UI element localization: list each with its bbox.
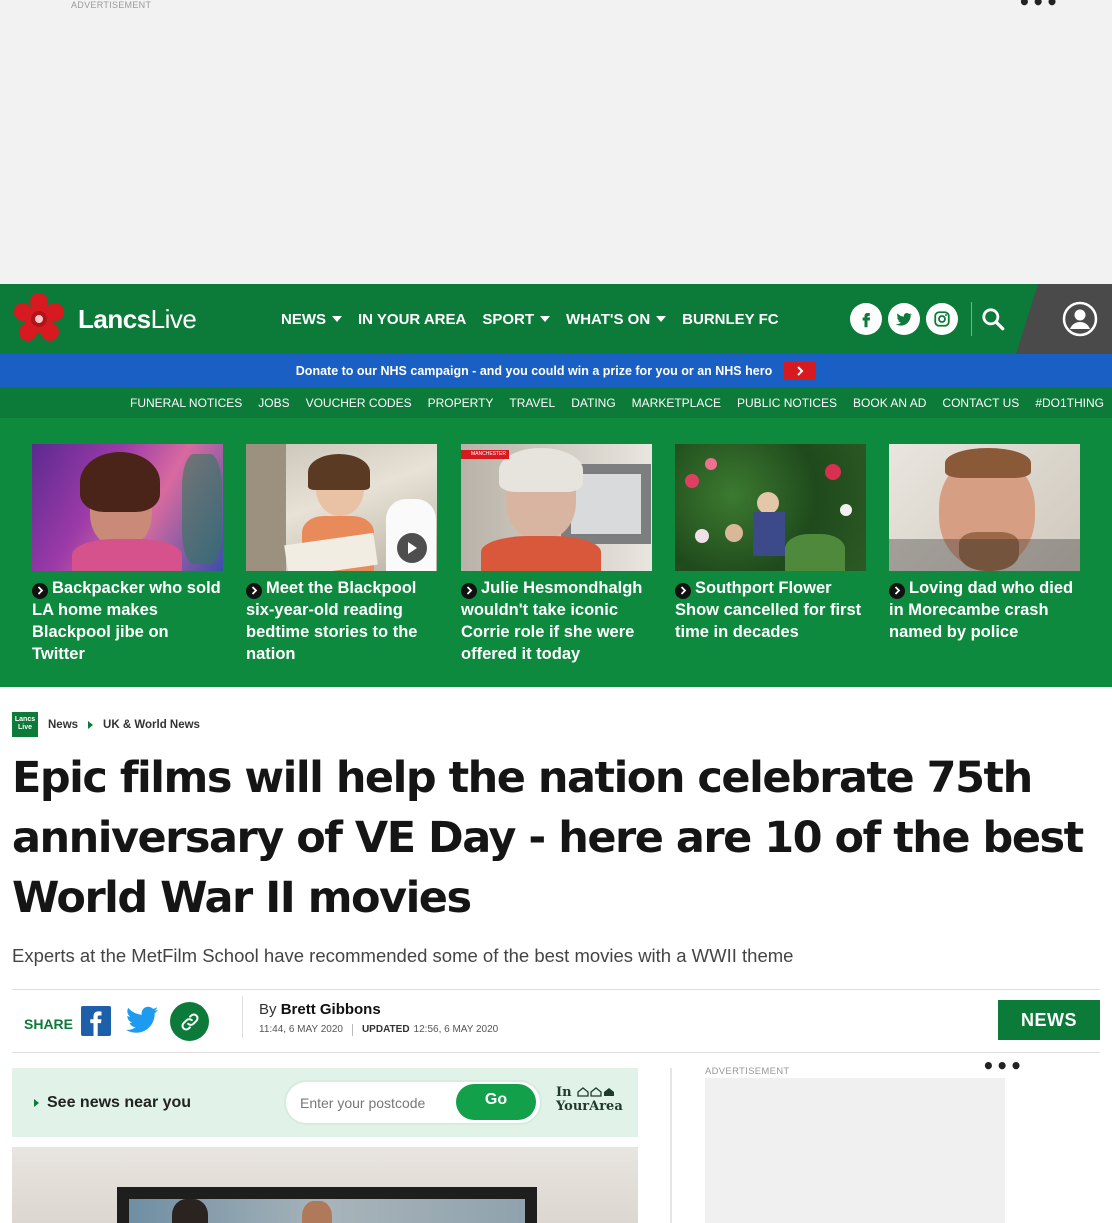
ad-label: ADVERTISEMENT [71, 0, 152, 10]
caret-down-icon [332, 316, 342, 322]
nav-divider [971, 302, 972, 336]
instagram-link[interactable] [926, 303, 958, 335]
updated-time: 12:56, 6 MAY 2020 [413, 1024, 499, 1035]
byline: By Brett Gibbons [259, 1001, 381, 1018]
story-thumbnail[interactable] [246, 444, 437, 571]
subnav-travel[interactable]: TRAVEL [509, 396, 555, 410]
subnav-marketplace[interactable]: MARKETPLACE [632, 396, 721, 410]
play-icon [408, 542, 417, 554]
nav-item-sport[interactable]: SPORT [482, 311, 551, 328]
story-title[interactable]: Southport Flower Show cancelled for firs… [675, 577, 866, 643]
news-near-you-widget: See news near you Go In YourArea [12, 1068, 638, 1137]
updated-label: UPDATED [361, 1024, 410, 1035]
twitter-link[interactable] [888, 303, 920, 335]
breadcrumb-news[interactable]: News [48, 719, 78, 731]
user-account-icon[interactable] [1062, 301, 1098, 337]
article-hero-image [12, 1147, 638, 1223]
subnav-property[interactable]: PROPERTY [428, 396, 494, 410]
article-dates: 11:44, 6 MAY 2020 UPDATED 12:56, 6 MAY 2… [259, 1024, 498, 1036]
share-label: SHARE [24, 1016, 74, 1032]
trending-stories: Backpacker who sold LA home makes Blackp… [0, 418, 1112, 687]
main-nav: LancsLive NEWS IN YOUR AREA SPORT WHAT'S… [0, 284, 1112, 354]
article-headline: Epic films will help the nation celebrat… [12, 753, 1084, 923]
share-twitter-icon[interactable] [126, 1006, 158, 1036]
story-title[interactable]: Loving dad who died in Morecambe crash n… [889, 577, 1080, 643]
divider [12, 989, 1100, 990]
link-icon [181, 1013, 198, 1030]
subnav-do1thing[interactable]: #DO1THING [1035, 396, 1104, 410]
chevron-right-icon [32, 582, 48, 599]
copy-link-button[interactable] [170, 1002, 209, 1041]
nav-item-whats-on[interactable]: WHAT'S ON [566, 311, 667, 328]
column-divider [670, 1068, 672, 1223]
published-time: 11:44, 6 MAY 2020 [259, 1024, 343, 1035]
author-link[interactable]: Brett Gibbons [281, 1001, 381, 1018]
near-you-label: See news near you [34, 1094, 191, 1112]
nhs-campaign-text[interactable]: Donate to our NHS campaign - and you cou… [296, 364, 772, 378]
nav-item-in-your-area[interactable]: IN YOUR AREA [358, 311, 466, 328]
site-logo[interactable]: LancsLive [12, 293, 197, 344]
instagram-icon [934, 311, 950, 327]
trending-card[interactable]: Loving dad who died in Morecambe crash n… [889, 444, 1080, 643]
story-thumbnail[interactable] [675, 444, 866, 571]
trending-card[interactable]: Backpacker who sold LA home makes Blackp… [32, 444, 223, 665]
breadcrumb: Lancs Live News UK & World News [12, 712, 200, 737]
subnav-book-an-ad[interactable]: BOOK AN AD [853, 396, 926, 410]
facebook-link[interactable] [850, 303, 882, 335]
trending-card[interactable]: MANCHESTER Julie Hesmondhalgh wouldn't t… [461, 444, 652, 665]
story-title[interactable]: Backpacker who sold LA home makes Blackp… [32, 577, 223, 665]
story-thumbnail[interactable] [32, 444, 223, 571]
share-facebook-icon[interactable] [80, 1005, 112, 1037]
subnav-funeral-notices[interactable]: FUNERAL NOTICES [130, 396, 242, 410]
secondary-nav: FUNERAL NOTICES JOBS VOUCHER CODES PROPE… [0, 387, 1112, 418]
site-name: LancsLive [78, 303, 197, 334]
divider [12, 1052, 1100, 1053]
sidebar-advertisement[interactable] [705, 1078, 1005, 1223]
lancashire-rose-icon [14, 293, 64, 341]
breadcrumb-arrow-icon [88, 720, 94, 729]
story-title[interactable]: Julie Hesmondhalgh wouldn't take iconic … [461, 577, 652, 665]
ad-menu-icon[interactable]: ••• [1018, 0, 1059, 12]
triangle-right-icon [34, 1099, 39, 1107]
nav-links: NEWS IN YOUR AREA SPORT WHAT'S ON BURNLE… [281, 284, 779, 354]
chevron-right-icon [797, 365, 804, 376]
nav-item-burnley-fc[interactable]: BURNLEY FC [682, 311, 778, 328]
section-tag[interactable]: NEWS [998, 1000, 1100, 1040]
postcode-input[interactable] [300, 1092, 450, 1114]
divider [242, 996, 243, 1038]
ad-menu-icon[interactable]: ••• [982, 1056, 1023, 1076]
houses-icon [577, 1087, 615, 1097]
story-thumbnail[interactable] [889, 444, 1080, 571]
chevron-right-icon [889, 582, 905, 599]
twitter-icon [895, 312, 913, 326]
subnav-jobs[interactable]: JOBS [258, 396, 289, 410]
nhs-campaign-button[interactable] [784, 361, 817, 380]
nav-item-news[interactable]: NEWS [281, 311, 342, 328]
nhs-campaign-bar[interactable]: Donate to our NHS campaign - and you cou… [0, 354, 1112, 387]
search-icon[interactable] [980, 306, 1006, 332]
video-play-button[interactable] [397, 533, 427, 563]
mini-site-logo[interactable]: Lancs Live [12, 712, 38, 737]
subnav-public-notices[interactable]: PUBLIC NOTICES [737, 396, 837, 410]
breadcrumb-uk-world-news[interactable]: UK & World News [103, 719, 200, 731]
chevron-right-icon [675, 582, 691, 599]
facebook-icon [862, 313, 871, 328]
subnav-dating[interactable]: DATING [571, 396, 615, 410]
subnav-voucher-codes[interactable]: VOUCHER CODES [306, 396, 412, 410]
trending-card[interactable]: Meet the Blackpool six-year-old reading … [246, 444, 437, 665]
story-title[interactable]: Meet the Blackpool six-year-old reading … [246, 577, 437, 665]
chevron-right-icon [461, 582, 477, 599]
caret-down-icon [656, 316, 667, 322]
top-advertisement: ADVERTISEMENT ••• [0, 0, 1112, 284]
trending-card[interactable]: Southport Flower Show cancelled for firs… [675, 444, 866, 643]
ad-label: ADVERTISEMENT [705, 1066, 790, 1077]
in-your-area-logo: In YourArea [556, 1085, 623, 1114]
story-thumbnail[interactable]: MANCHESTER [461, 444, 652, 571]
article-standfirst: Experts at the MetFilm School have recom… [12, 945, 794, 966]
chevron-right-icon [246, 582, 262, 599]
go-button[interactable]: Go [456, 1084, 536, 1120]
thumb-location-tag: MANCHESTER [461, 450, 509, 459]
subnav-contact-us[interactable]: CONTACT US [942, 396, 1019, 410]
caret-down-icon [540, 316, 551, 322]
